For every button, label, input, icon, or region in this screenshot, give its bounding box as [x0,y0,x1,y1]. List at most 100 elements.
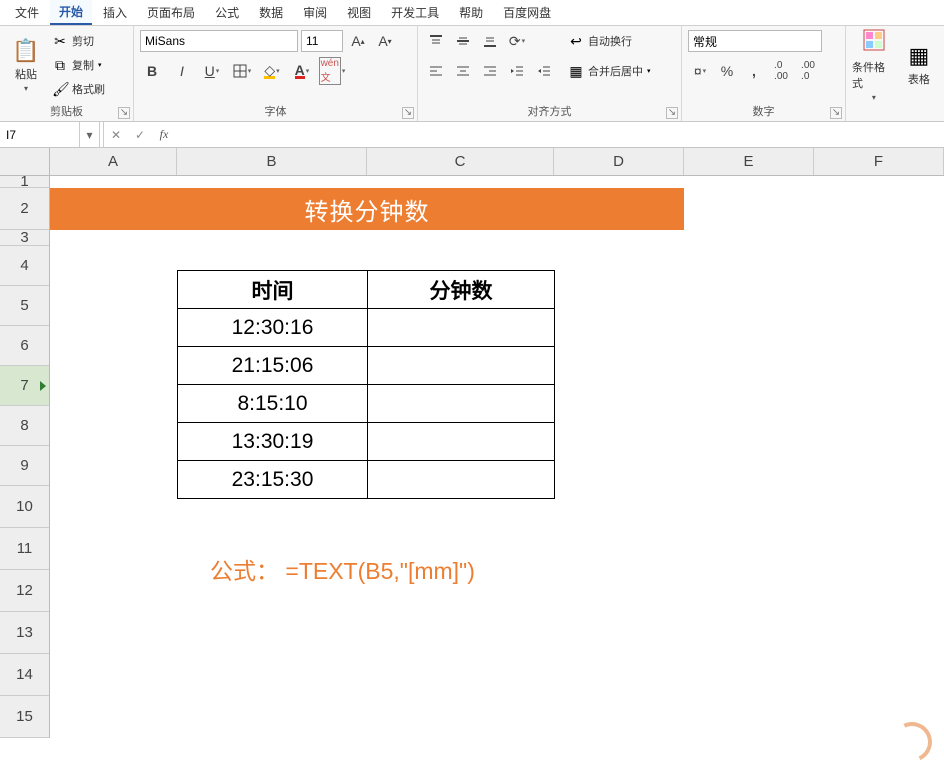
col-header-D[interactable]: D [554,148,684,175]
align-top-button[interactable] [424,30,448,52]
row-header-9[interactable]: 9 [0,446,49,486]
font-size-combo[interactable] [301,30,343,52]
menu-formula[interactable]: 公式 [206,1,248,24]
header-minutes[interactable]: 分钟数 [368,271,555,309]
sheet-area: A B C D E F 123456789101112131415 转换分钟数 … [0,148,944,766]
cut-label: 剪切 [72,33,94,49]
decrease-font-button[interactable]: A▾ [373,30,397,52]
paste-label: 粘贴 [15,66,37,82]
merged-title-cell[interactable]: 转换分钟数 [50,188,684,230]
cells-canvas[interactable]: 转换分钟数 时间 分钟数 12:30:16 21:15:06 8:15:10 1… [50,176,944,766]
menu-layout[interactable]: 页面布局 [138,1,204,24]
fx-button[interactable]: fx [152,127,176,142]
col-header-A[interactable]: A [50,148,177,175]
italic-button[interactable]: I [170,60,194,82]
menu-insert[interactable]: 插入 [94,1,136,24]
align-bottom-button[interactable] [478,30,502,52]
chevron-down-icon: ▾ [872,93,876,102]
row-header-2[interactable]: 2 [0,188,49,230]
menu-review[interactable]: 审阅 [294,1,336,24]
cancel-formula-button[interactable]: ✕ [104,128,128,142]
align-center-button[interactable] [451,60,475,82]
row-header-11[interactable]: 11 [0,528,49,570]
phonetic-button[interactable]: wén文▾ [320,60,344,82]
header-time[interactable]: 时间 [178,271,368,309]
col-header-F[interactable]: F [814,148,944,175]
accept-formula-button[interactable]: ✓ [128,128,152,142]
menu-data[interactable]: 数据 [250,1,292,24]
col-header-C[interactable]: C [367,148,554,175]
row-header-10[interactable]: 10 [0,486,49,528]
menu-help[interactable]: 帮助 [450,1,492,24]
align-middle-button[interactable] [451,30,475,52]
cell-time[interactable]: 21:15:06 [178,347,368,385]
formula-input[interactable] [176,122,944,147]
row-header-8[interactable]: 8 [0,406,49,446]
formula-bar: ▾ ✕ ✓ fx [0,122,944,148]
name-box[interactable] [0,122,80,147]
row-header-5[interactable]: 5 [0,286,49,326]
comma-button[interactable]: , [742,60,766,82]
increase-decimal-button[interactable]: .0.00 [769,60,793,82]
align-left-button[interactable] [424,60,448,82]
paste-button[interactable]: 📋 粘贴 ▾ [6,30,46,100]
row-header-14[interactable]: 14 [0,654,49,696]
group-font-label: 字体 [140,102,411,120]
cell-time[interactable]: 23:15:30 [178,461,368,499]
cell-time[interactable]: 13:30:19 [178,423,368,461]
border-button[interactable]: ▾ [230,60,254,82]
row-header-1[interactable]: 1 [0,176,49,188]
decrease-indent-button[interactable] [505,60,529,82]
cell-minutes[interactable] [368,423,555,461]
increase-indent-button[interactable] [532,60,556,82]
menu-view[interactable]: 视图 [338,1,380,24]
row-selector-icon [40,381,46,391]
merge-center-button[interactable]: ▦ 合并后居中 ▾ [568,60,651,82]
format-painter-button[interactable]: 🖌 格式刷 [52,78,105,100]
col-header-B[interactable]: B [177,148,367,175]
percent-button[interactable]: % [715,60,739,82]
row-header-3[interactable]: 3 [0,230,49,246]
orientation-button[interactable]: ⟳▾ [505,30,529,52]
cell-minutes[interactable] [368,347,555,385]
number-format-combo[interactable] [688,30,822,52]
row-header-15[interactable]: 15 [0,696,49,738]
menu-file[interactable]: 文件 [6,1,48,24]
row-header-13[interactable]: 13 [0,612,49,654]
font-color-button[interactable]: A▾ [290,60,314,82]
name-box-dropdown[interactable]: ▾ [80,122,100,148]
currency-button[interactable]: ¤▾ [688,60,712,82]
cell-time[interactable]: 8:15:10 [178,385,368,423]
alignment-launcher[interactable]: ↘ [666,107,678,119]
cell-minutes[interactable] [368,309,555,347]
cell-minutes[interactable] [368,385,555,423]
wrap-text-button[interactable]: ↩ 自动换行 [568,30,651,52]
menu-baidu[interactable]: 百度网盘 [494,1,560,24]
increase-font-button[interactable]: A▴ [346,30,370,52]
align-middle-icon [456,34,470,48]
conditional-format-button[interactable]: 条件格式 ▾ [852,30,896,100]
row-header-6[interactable]: 6 [0,326,49,366]
decrease-decimal-button[interactable]: .00.0 [796,60,820,82]
font-name-combo[interactable] [140,30,298,52]
cut-button[interactable]: ✂ 剪切 [52,30,105,52]
fill-color-button[interactable]: ◇▾ [260,60,284,82]
cell-minutes[interactable] [368,461,555,499]
align-right-icon [483,64,497,78]
copy-button[interactable]: ⧉ 复制 ▾ [52,54,105,76]
font-launcher[interactable]: ↘ [402,107,414,119]
align-right-button[interactable] [478,60,502,82]
number-launcher[interactable]: ↘ [830,107,842,119]
format-table-button[interactable]: ▦ 表格 [902,30,936,100]
wrap-label: 自动换行 [588,33,632,49]
select-all-corner[interactable] [0,148,50,176]
menu-dev[interactable]: 开发工具 [382,1,448,24]
clipboard-launcher[interactable]: ↘ [118,107,130,119]
menu-home[interactable]: 开始 [50,0,92,25]
row-header-4[interactable]: 4 [0,246,49,286]
col-header-E[interactable]: E [684,148,814,175]
row-header-12[interactable]: 12 [0,570,49,612]
cell-time[interactable]: 12:30:16 [178,309,368,347]
bold-button[interactable]: B [140,60,164,82]
underline-button[interactable]: U▾ [200,60,224,82]
